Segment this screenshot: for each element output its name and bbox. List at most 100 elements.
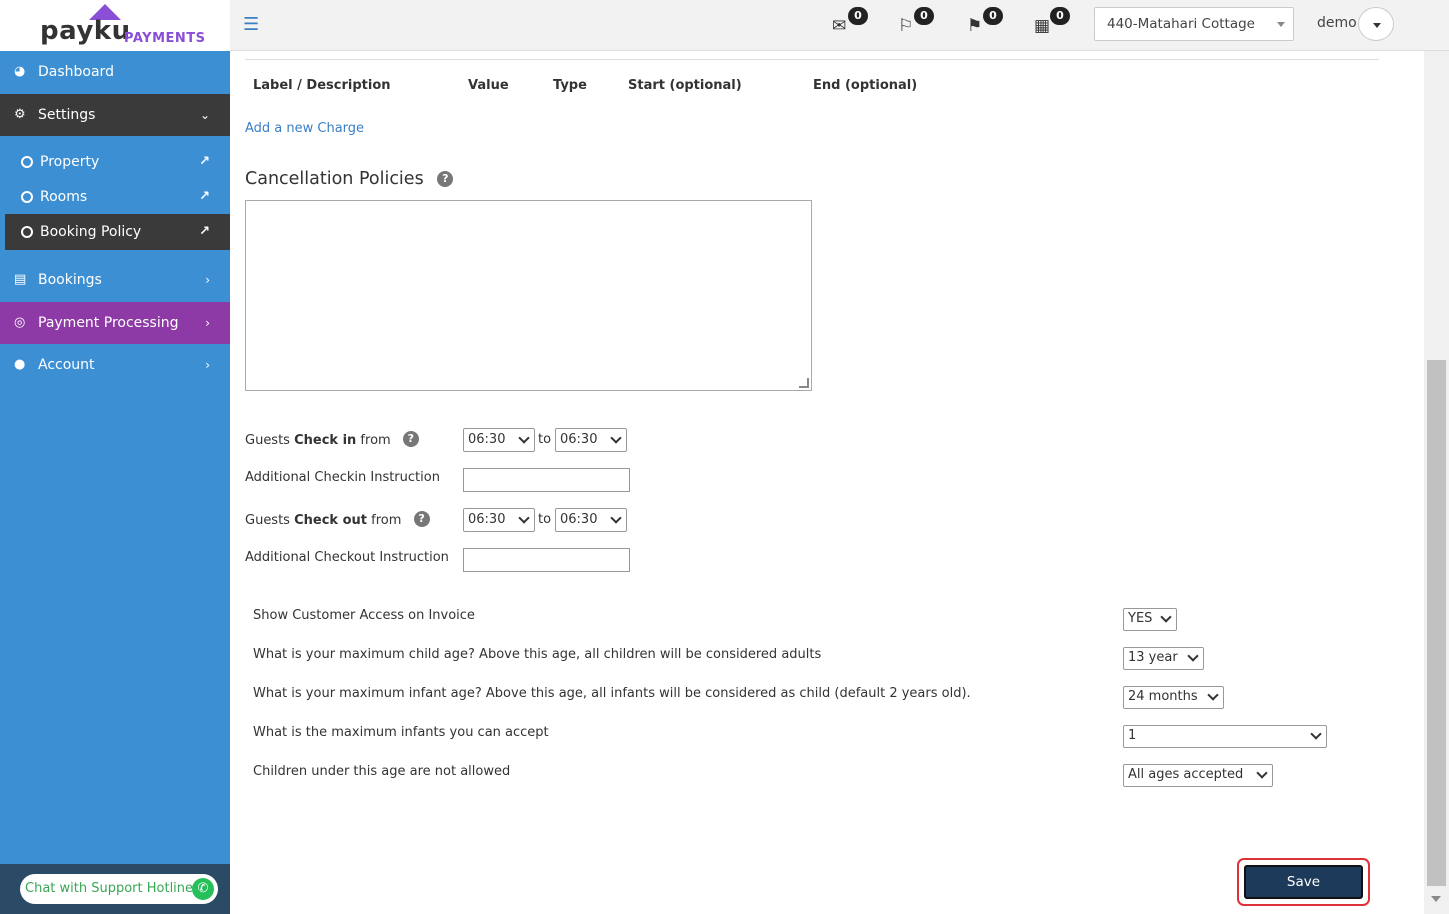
dashboard-icon: ◕ (14, 64, 26, 79)
sidebar-item-label: Account (38, 357, 95, 373)
max-infant-age-select[interactable]: 24 months (1123, 686, 1224, 709)
chevron-down-icon (1256, 767, 1268, 779)
checkin-icon: ⚐ (898, 16, 914, 36)
calendar-notifications[interactable]: ▦ 0 (1034, 7, 1070, 40)
top-header: payku PAYMENTS ☰ ✉ 0 ⚐ 0 ⚑ 0 ▦ 0 440-Mat… (0, 0, 1449, 51)
sidebar-subitem-rooms[interactable]: Rooms ↗ (5, 180, 230, 214)
property-select[interactable]: 440-Matahari Cottage (1094, 7, 1294, 41)
max-infant-age-value: 24 months (1128, 689, 1198, 704)
invoice-access-value: YES (1128, 611, 1153, 626)
sidebar-subitem-booking-policy[interactable]: Booking Policy ↗ (5, 214, 230, 250)
invoice-access-select[interactable]: YES (1123, 608, 1177, 631)
checkin-to-word: to (538, 432, 552, 447)
scrollbar-thumb[interactable] (1427, 360, 1446, 886)
calendar-count-badge: 0 (1050, 7, 1070, 25)
bookings-icon: ▤ (14, 272, 27, 287)
sidebar-subitem-property[interactable]: Property ↗ (5, 145, 230, 179)
sidebar-item-payment-processing[interactable]: ◎ Payment Processing › (0, 302, 230, 344)
checkin-from-select[interactable]: 06:30 (463, 428, 535, 452)
checkin-instruction-label: Additional Checkin Instruction (245, 470, 440, 485)
max-infants-select[interactable]: 1 (1123, 725, 1327, 748)
checkout-icon: ⚑ (967, 16, 983, 36)
charges-header-type: Type (553, 78, 587, 93)
chevron-down-icon (610, 432, 622, 444)
checkout-label-pre: Guests (245, 513, 295, 528)
cancellation-policies-textarea[interactable] (245, 200, 812, 391)
property-select-value: 440-Matahari Cottage (1107, 16, 1255, 32)
checkout-label-bold: Check out (294, 513, 367, 528)
checkout-instruction-input[interactable] (463, 548, 630, 572)
max-infants-value: 1 (1128, 728, 1137, 743)
sidebar-item-bookings[interactable]: ▤ Bookings › (0, 259, 230, 301)
save-button[interactable]: Save (1244, 865, 1363, 899)
charges-header-value: Value (468, 78, 509, 93)
mail-notifications[interactable]: ✉ 0 (832, 7, 868, 40)
whatsapp-icon: ✆ (192, 878, 214, 900)
support-hotline-button[interactable]: Chat with Support Hotline ✆ (20, 874, 218, 904)
sidebar-item-label: Rooms (40, 189, 88, 205)
min-child-age-value: All ages accepted (1128, 767, 1244, 782)
user-menu-button[interactable] (1358, 7, 1394, 41)
menu-toggle-icon[interactable]: ☰ (243, 14, 259, 35)
checkin-notifications[interactable]: ⚐ 0 (898, 7, 934, 40)
circle-icon (21, 156, 33, 168)
chevron-down-icon (1187, 650, 1199, 662)
sidebar-item-label: Property (40, 154, 100, 170)
max-child-age-select[interactable]: 13 year (1123, 647, 1204, 670)
charges-header-label: Label / Description (253, 78, 391, 93)
checkin-label: Guests Check in from ? (245, 431, 419, 448)
sidebar-item-dashboard[interactable]: ◕ Dashboard (0, 51, 230, 93)
chevron-right-icon: › (205, 358, 210, 372)
chevron-down-icon (1207, 689, 1219, 701)
chevron-down-icon (610, 512, 622, 524)
checkout-to-word: to (538, 512, 552, 527)
question-label: What is your maximum child age? Above th… (253, 647, 822, 662)
checkout-from-select[interactable]: 06:30 (463, 508, 535, 532)
checkout-to-select[interactable]: 06:30 (555, 508, 627, 532)
min-child-age-select[interactable]: All ages accepted (1123, 764, 1273, 787)
sidebar: ◕ Dashboard ⚙ Settings ⌄ Property ↗ Room… (0, 51, 230, 914)
support-area: Chat with Support Hotline ✆ (0, 864, 230, 914)
caret-down-icon (1373, 23, 1381, 28)
checkout-count-badge: 0 (983, 7, 1003, 25)
chevron-down-icon (1310, 728, 1322, 740)
question-label: What is the maximum infants you can acce… (253, 725, 549, 740)
checkin-to-value: 06:30 (560, 432, 598, 447)
sidebar-item-label: Settings (38, 107, 96, 123)
help-icon[interactable]: ? (437, 171, 454, 187)
checkin-to-select[interactable]: 06:30 (555, 428, 627, 452)
charges-header-end: End (optional) (813, 78, 918, 93)
question-label: Show Customer Access on Invoice (253, 608, 475, 623)
checkin-label-pre: Guests (245, 433, 295, 448)
logo[interactable]: payku PAYMENTS (0, 0, 230, 51)
resize-grip-icon[interactable] (799, 378, 809, 388)
max-child-age-value: 13 year (1128, 650, 1178, 665)
sidebar-item-account[interactable]: ● Account › (0, 344, 230, 386)
payment-icon: ◎ (14, 315, 26, 330)
external-link-icon: ↗ (199, 154, 210, 169)
mail-count-badge: 0 (848, 7, 868, 25)
checkin-count-badge: 0 (914, 7, 934, 25)
help-icon[interactable]: ? (402, 431, 419, 447)
checkout-to-value: 06:30 (560, 512, 598, 527)
logo-text: payku (40, 16, 131, 46)
checkin-instruction-input[interactable] (463, 468, 630, 492)
checkout-instruction-label: Additional Checkout Instruction (245, 550, 449, 565)
sidebar-item-settings[interactable]: ⚙ Settings ⌄ (0, 94, 230, 136)
checkout-notifications[interactable]: ⚑ 0 (967, 7, 1003, 40)
calendar-icon: ▦ (1034, 16, 1051, 36)
add-charge-link[interactable]: Add a new Charge (245, 121, 364, 136)
sidebar-item-label: Dashboard (38, 64, 114, 80)
checkout-label-post: from (366, 513, 402, 528)
question-label: Children under this age are not allowed (253, 764, 511, 779)
chevron-right-icon: › (205, 273, 210, 287)
help-icon[interactable]: ? (413, 511, 430, 527)
mail-icon: ✉ (832, 16, 847, 36)
support-hotline-label: Chat with Support Hotline (25, 881, 194, 896)
charges-header-start: Start (optional) (628, 78, 742, 93)
user-name[interactable]: demo (1317, 15, 1357, 31)
circle-icon (21, 226, 33, 238)
scroll-down-arrow-icon[interactable] (1431, 896, 1441, 902)
checkin-label-post: from (356, 433, 391, 448)
checkin-from-value: 06:30 (468, 432, 506, 447)
